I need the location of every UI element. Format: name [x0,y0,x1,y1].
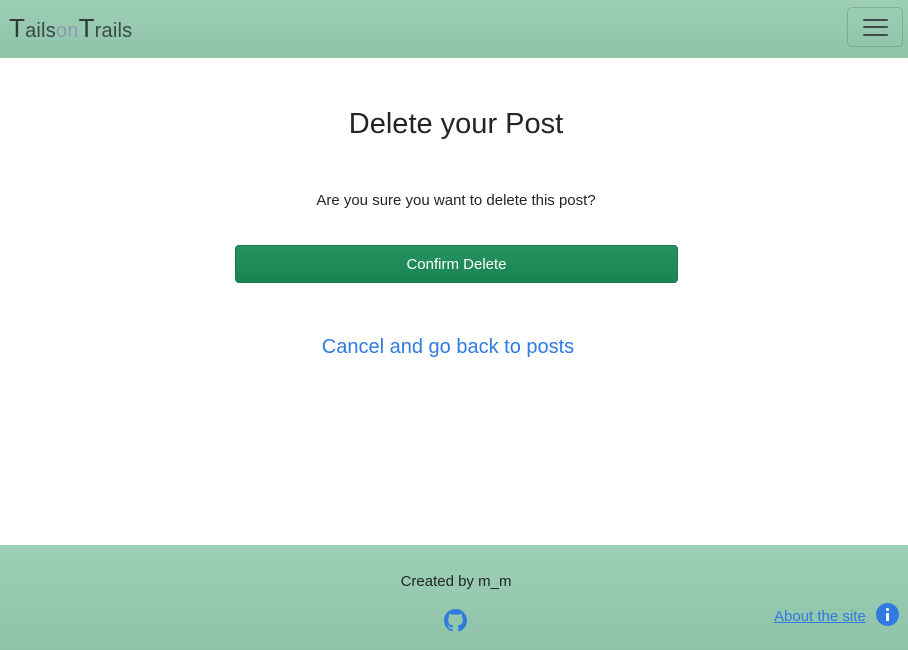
brand-on: on [55,20,79,42]
brand-part1: ails [25,20,56,42]
github-icon[interactable] [444,609,467,632]
page-title: Delete your Post [348,108,564,140]
brand-part2: rails [94,20,133,42]
main-content: Delete your Post Are you sure you want t… [0,58,908,545]
footer: Created by m_m About the site [0,545,908,650]
delete-confirmation-text: Are you sure you want to delete this pos… [316,192,596,209]
menu-toggle-button[interactable] [847,7,903,47]
info-circle-icon[interactable] [876,603,899,626]
brand-letter-t1: T [9,13,26,43]
about-site-link[interactable]: About the site [774,607,866,627]
navbar: TailsonTrails [0,0,908,58]
created-by-text: Created by m_m [400,573,512,590]
brand-logo[interactable]: TailsonTrails [9,14,132,45]
confirm-delete-button[interactable]: Confirm Delete [235,245,678,283]
brand-letter-t2: T [78,13,95,43]
cancel-link[interactable]: Cancel and go back to posts [0,334,896,360]
